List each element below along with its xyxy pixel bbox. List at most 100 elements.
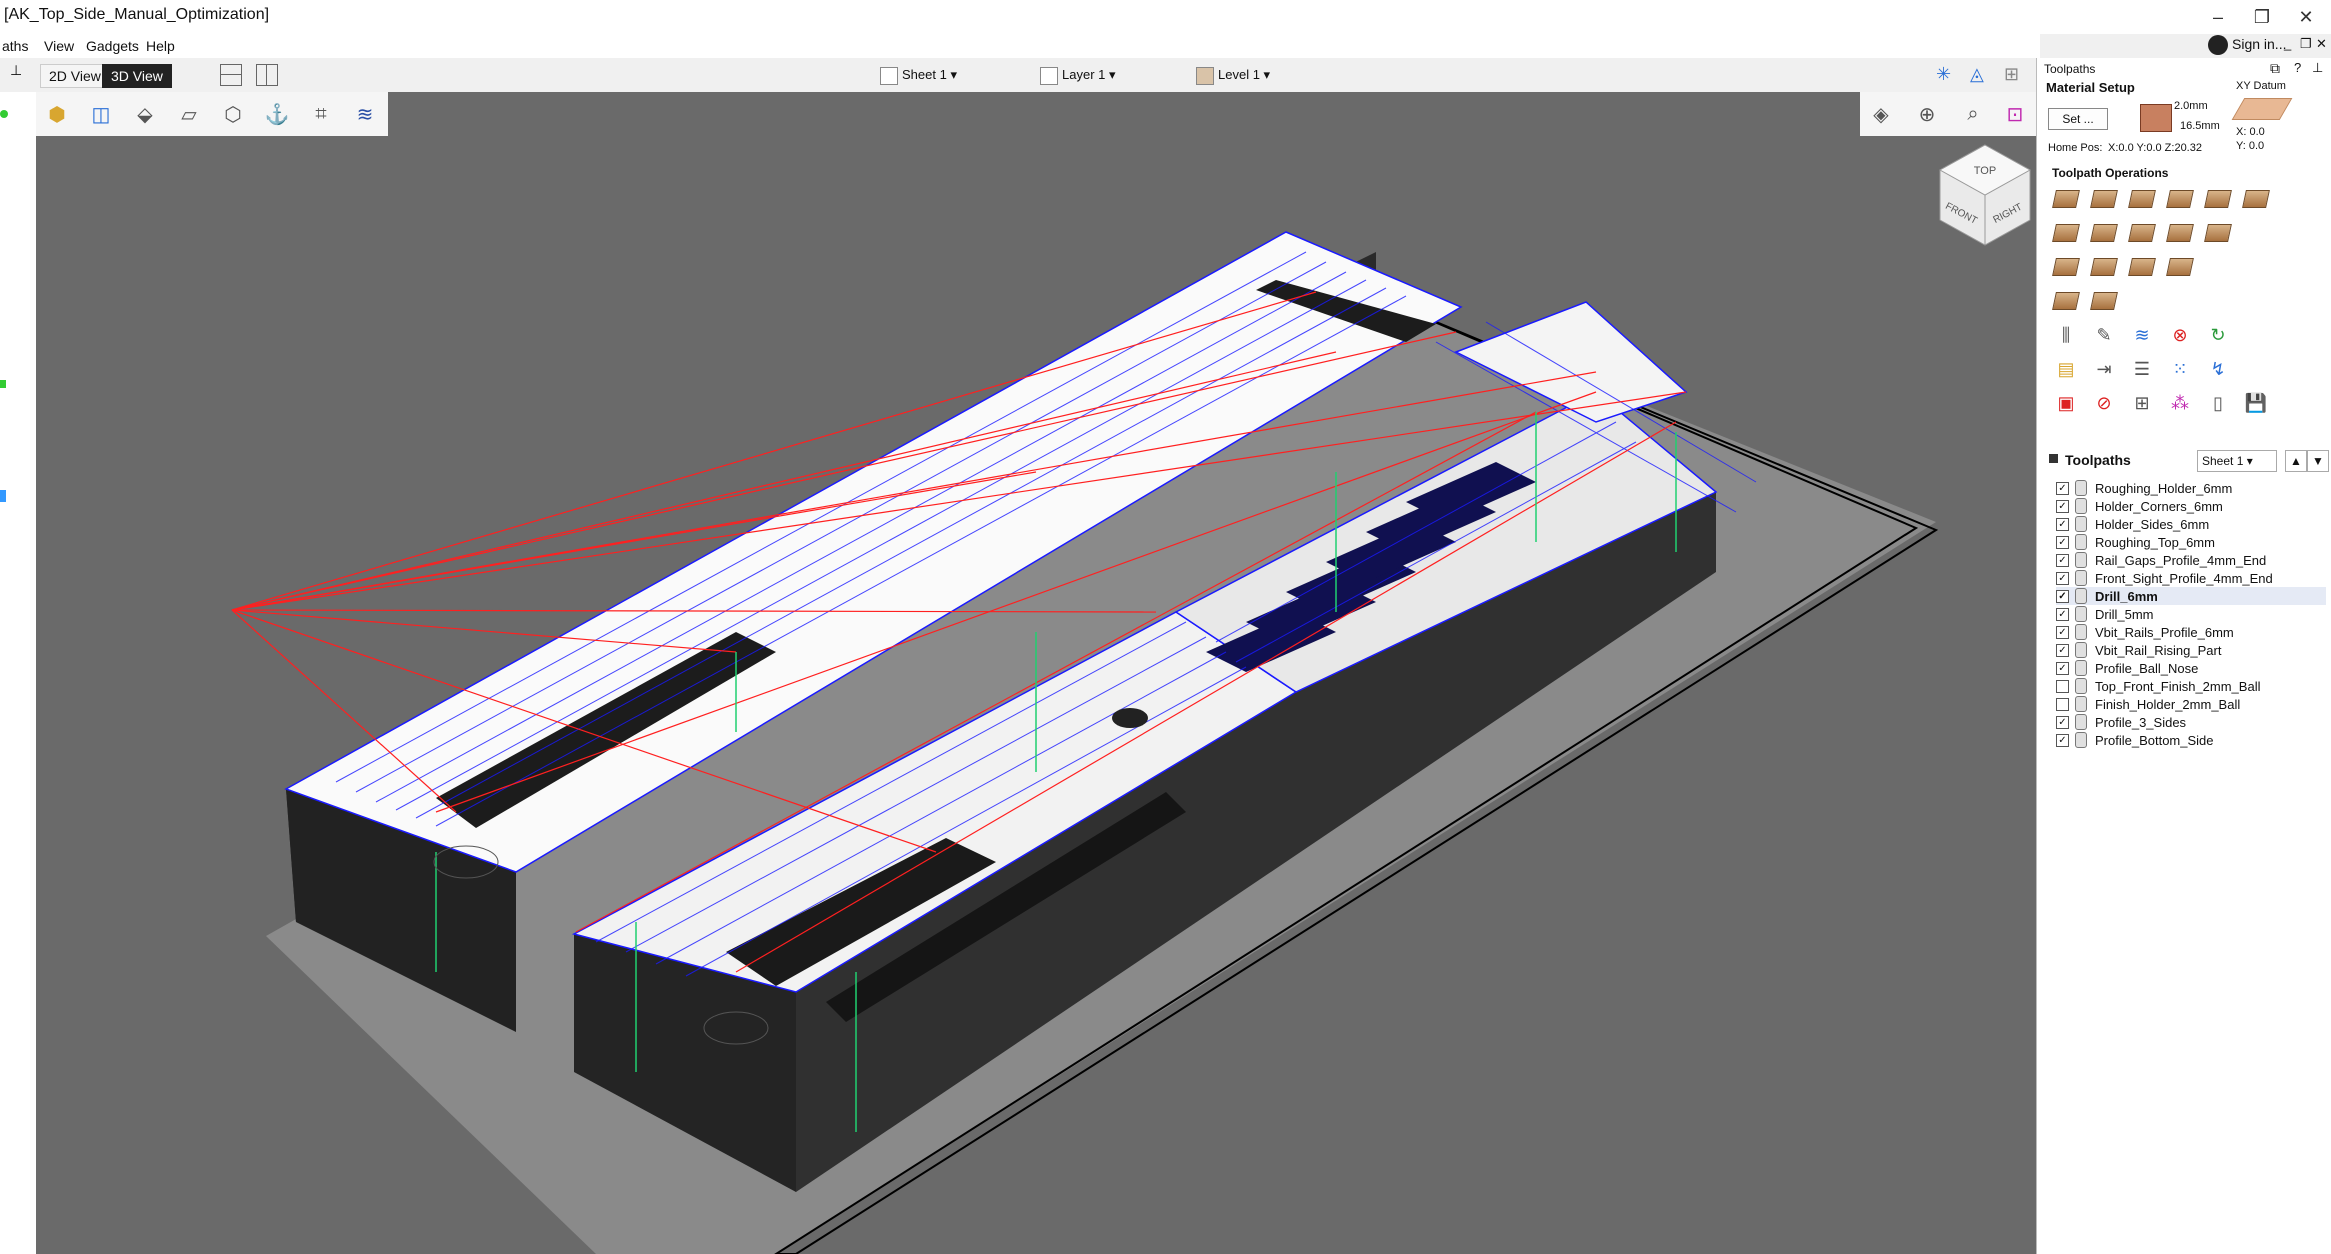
quick-engrave-op-icon[interactable] [2166, 186, 2194, 212]
minimize-button[interactable]: – [2198, 2, 2238, 32]
open-template-icon[interactable]: ▤ [2052, 356, 2080, 382]
toolpath-row[interactable]: ✓ Roughing_Holder_6mm [2056, 479, 2326, 497]
toolpath-visibility-checkbox[interactable]: ✓ [2056, 715, 2069, 729]
toolpath-visibility-checkbox[interactable] [2056, 697, 2069, 711]
panel-minimize-button[interactable]: _ [2284, 36, 2291, 51]
wrapped-op-icon[interactable] [2090, 288, 2118, 314]
3d-viewport[interactable] [36, 92, 2036, 1254]
panel-pin-icon[interactable]: ⊥ [2312, 60, 2323, 76]
zoom-extents-icon[interactable]: ⌕ [1958, 99, 1988, 129]
finishing-op-icon[interactable] [2090, 254, 2118, 280]
delete-toolpath-icon[interactable]: ⊗ [2166, 322, 2194, 348]
move-up-button[interactable]: ▲ [2285, 450, 2307, 472]
toolpath-row[interactable]: ✓ Front_Sight_Profile_4mm_End [2056, 569, 2326, 587]
fluting-op-icon[interactable] [2204, 186, 2232, 212]
toolpath-visibility-checkbox[interactable]: ✓ [2056, 517, 2069, 531]
profile-3d-op-icon[interactable] [2128, 254, 2156, 280]
toolpath-visibility-checkbox[interactable]: ✓ [2056, 481, 2069, 495]
drill-op-icon[interactable] [2128, 186, 2156, 212]
toolpath-row[interactable]: ✓ Drill_6mm [2056, 587, 2326, 605]
zoom-in-icon[interactable]: ⊕ [1912, 99, 1942, 129]
toolpath-row[interactable]: ✓ Vbit_Rail_Rising_Part [2056, 641, 2326, 659]
panel-dock-icon[interactable]: ⧉ [2270, 60, 2280, 77]
view-3d-button[interactable]: 3D View [102, 64, 172, 88]
toolpath-row[interactable]: ✓ Profile_Bottom_Side [2056, 731, 2326, 749]
origin-icon[interactable]: ⌗ [306, 99, 336, 129]
plane-icon[interactable]: ▱ [174, 99, 204, 129]
inlay-op-icon[interactable] [2128, 220, 2156, 246]
tool-database-icon[interactable]: ⫼ [2052, 322, 2080, 348]
level-selector[interactable]: Level 1 ▾ [1196, 64, 1270, 86]
material-set-button[interactable]: Set ... [2048, 108, 2108, 130]
shapes-icon[interactable]: ◬ [1970, 64, 1984, 85]
menu-help[interactable]: Help [146, 38, 175, 54]
menu-view[interactable]: View [44, 38, 74, 54]
toolpath-row[interactable]: Top_Front_Finish_2mm_Ball [2056, 677, 2326, 695]
components-icon[interactable]: ⬙ [130, 99, 160, 129]
profile-op-icon[interactable] [2052, 186, 2080, 212]
toolpath-visibility-checkbox[interactable] [2056, 679, 2069, 693]
material-icon[interactable]: ⬢ [42, 99, 72, 129]
chamfer-op-icon[interactable] [2166, 220, 2194, 246]
toolpath-summary-icon[interactable]: ☰ [2128, 356, 2156, 382]
view-2d-button[interactable]: 2D View [40, 64, 110, 88]
prism-op-icon[interactable] [2090, 220, 2118, 246]
preview-toolpath-icon[interactable]: ↯ [2204, 356, 2232, 382]
vectors-icon[interactable]: ◫ [86, 99, 116, 129]
texture-op-icon[interactable] [2052, 220, 2080, 246]
roughing-op-icon[interactable] [2052, 254, 2080, 280]
toolpath-row[interactable]: ✓ Profile_Ball_Nose [2056, 659, 2326, 677]
split-horizontal-icon[interactable] [220, 64, 242, 86]
help-icon[interactable]: ? [2294, 60, 2301, 75]
toolpath-row[interactable]: ✓ Profile_3_Sides [2056, 713, 2326, 731]
snap-icon[interactable]: ✳ [1936, 64, 1951, 85]
grid-icon[interactable]: ⊞ [2004, 64, 2019, 85]
vectors-from-toolpath-icon[interactable]: ⁂ [2166, 390, 2194, 416]
toolpath-row[interactable]: ✓ Rail_Gaps_Profile_4mm_End [2056, 551, 2326, 569]
toolpath-visibility-checkbox[interactable]: ✓ [2056, 553, 2069, 567]
vcarve-op-icon[interactable] [2242, 186, 2270, 212]
move-down-button[interactable]: ▼ [2307, 450, 2329, 472]
view-cube[interactable]: TOP FRONT RIGHT [1930, 140, 2040, 250]
surface-op-icon[interactable] [2166, 254, 2194, 280]
menu-gadgets[interactable]: Gadgets [86, 38, 139, 54]
toolpath-visibility-checkbox[interactable]: ✓ [2056, 733, 2069, 747]
nesting-icon[interactable]: ⁙ [2166, 356, 2194, 382]
toolpath-row[interactable]: ✓ Holder_Corners_6mm [2056, 497, 2326, 515]
toolpath-row[interactable]: Finish_Holder_2mm_Ball [2056, 695, 2326, 713]
sheet-selector[interactable]: Sheet 1 ▾ [880, 64, 957, 86]
sign-in-link[interactable]: Sign in... [2232, 36, 2286, 52]
preview-selected-icon[interactable]: ▣ [2052, 390, 2080, 416]
toolpath-visibility-checkbox[interactable]: ✓ [2056, 589, 2069, 603]
edit-toolpath-icon[interactable]: ✎ [2090, 322, 2118, 348]
view-cube-toggle-icon[interactable]: ◈ [1866, 99, 1896, 129]
toolpath-visibility-checkbox[interactable]: ✓ [2056, 571, 2069, 585]
anchor-icon[interactable]: ⚓ [262, 99, 292, 129]
toolpath-row[interactable]: ✓ Roughing_Top_6mm [2056, 533, 2326, 551]
moulding-op-icon[interactable] [2052, 288, 2080, 314]
toolpath-row[interactable]: ✓ Drill_5mm [2056, 605, 2326, 623]
toolpath-preview-icon[interactable]: ≋ [350, 99, 380, 129]
wireframe-icon[interactable]: ⬡ [218, 99, 248, 129]
toolpath-row[interactable]: ✓ Vbit_Rails_Profile_6mm [2056, 623, 2326, 641]
layer-selector[interactable]: Layer 1 ▾ [1040, 64, 1116, 86]
toolpath-visibility-checkbox[interactable]: ✓ [2056, 661, 2069, 675]
toolpath-visibility-checkbox[interactable]: ✓ [2056, 499, 2069, 513]
pin-icon[interactable]: ⊥ [10, 62, 22, 79]
toolpath-visibility-checkbox[interactable]: ✓ [2056, 625, 2069, 639]
toolpath-visibility-checkbox[interactable]: ✓ [2056, 643, 2069, 657]
check-toolpath-icon[interactable]: ⊞ [2128, 390, 2156, 416]
sheet-filter-select[interactable]: Sheet 1 ▾ [2197, 450, 2277, 472]
panel-close-button[interactable]: ✕ [2316, 36, 2327, 52]
menu-toolpaths[interactable]: aths [2, 38, 28, 54]
toolpath-visibility-checkbox[interactable]: ✓ [2056, 607, 2069, 621]
toolpath-row[interactable]: ✓ Holder_Sides_6mm [2056, 515, 2326, 533]
toolpath-report-icon[interactable]: ▯ [2204, 390, 2232, 416]
recalculate-icon[interactable]: ↻ [2204, 322, 2232, 348]
save-template-icon[interactable]: ⇥ [2090, 356, 2118, 382]
panel-restore-button[interactable]: ❐ [2300, 36, 2312, 52]
toolpath-visibility-checkbox[interactable]: ✓ [2056, 535, 2069, 549]
close-button[interactable]: ✕ [2286, 2, 2326, 32]
save-toolpath-icon[interactable]: 💾 [2242, 390, 2270, 416]
pocket-op-icon[interactable] [2090, 186, 2118, 212]
